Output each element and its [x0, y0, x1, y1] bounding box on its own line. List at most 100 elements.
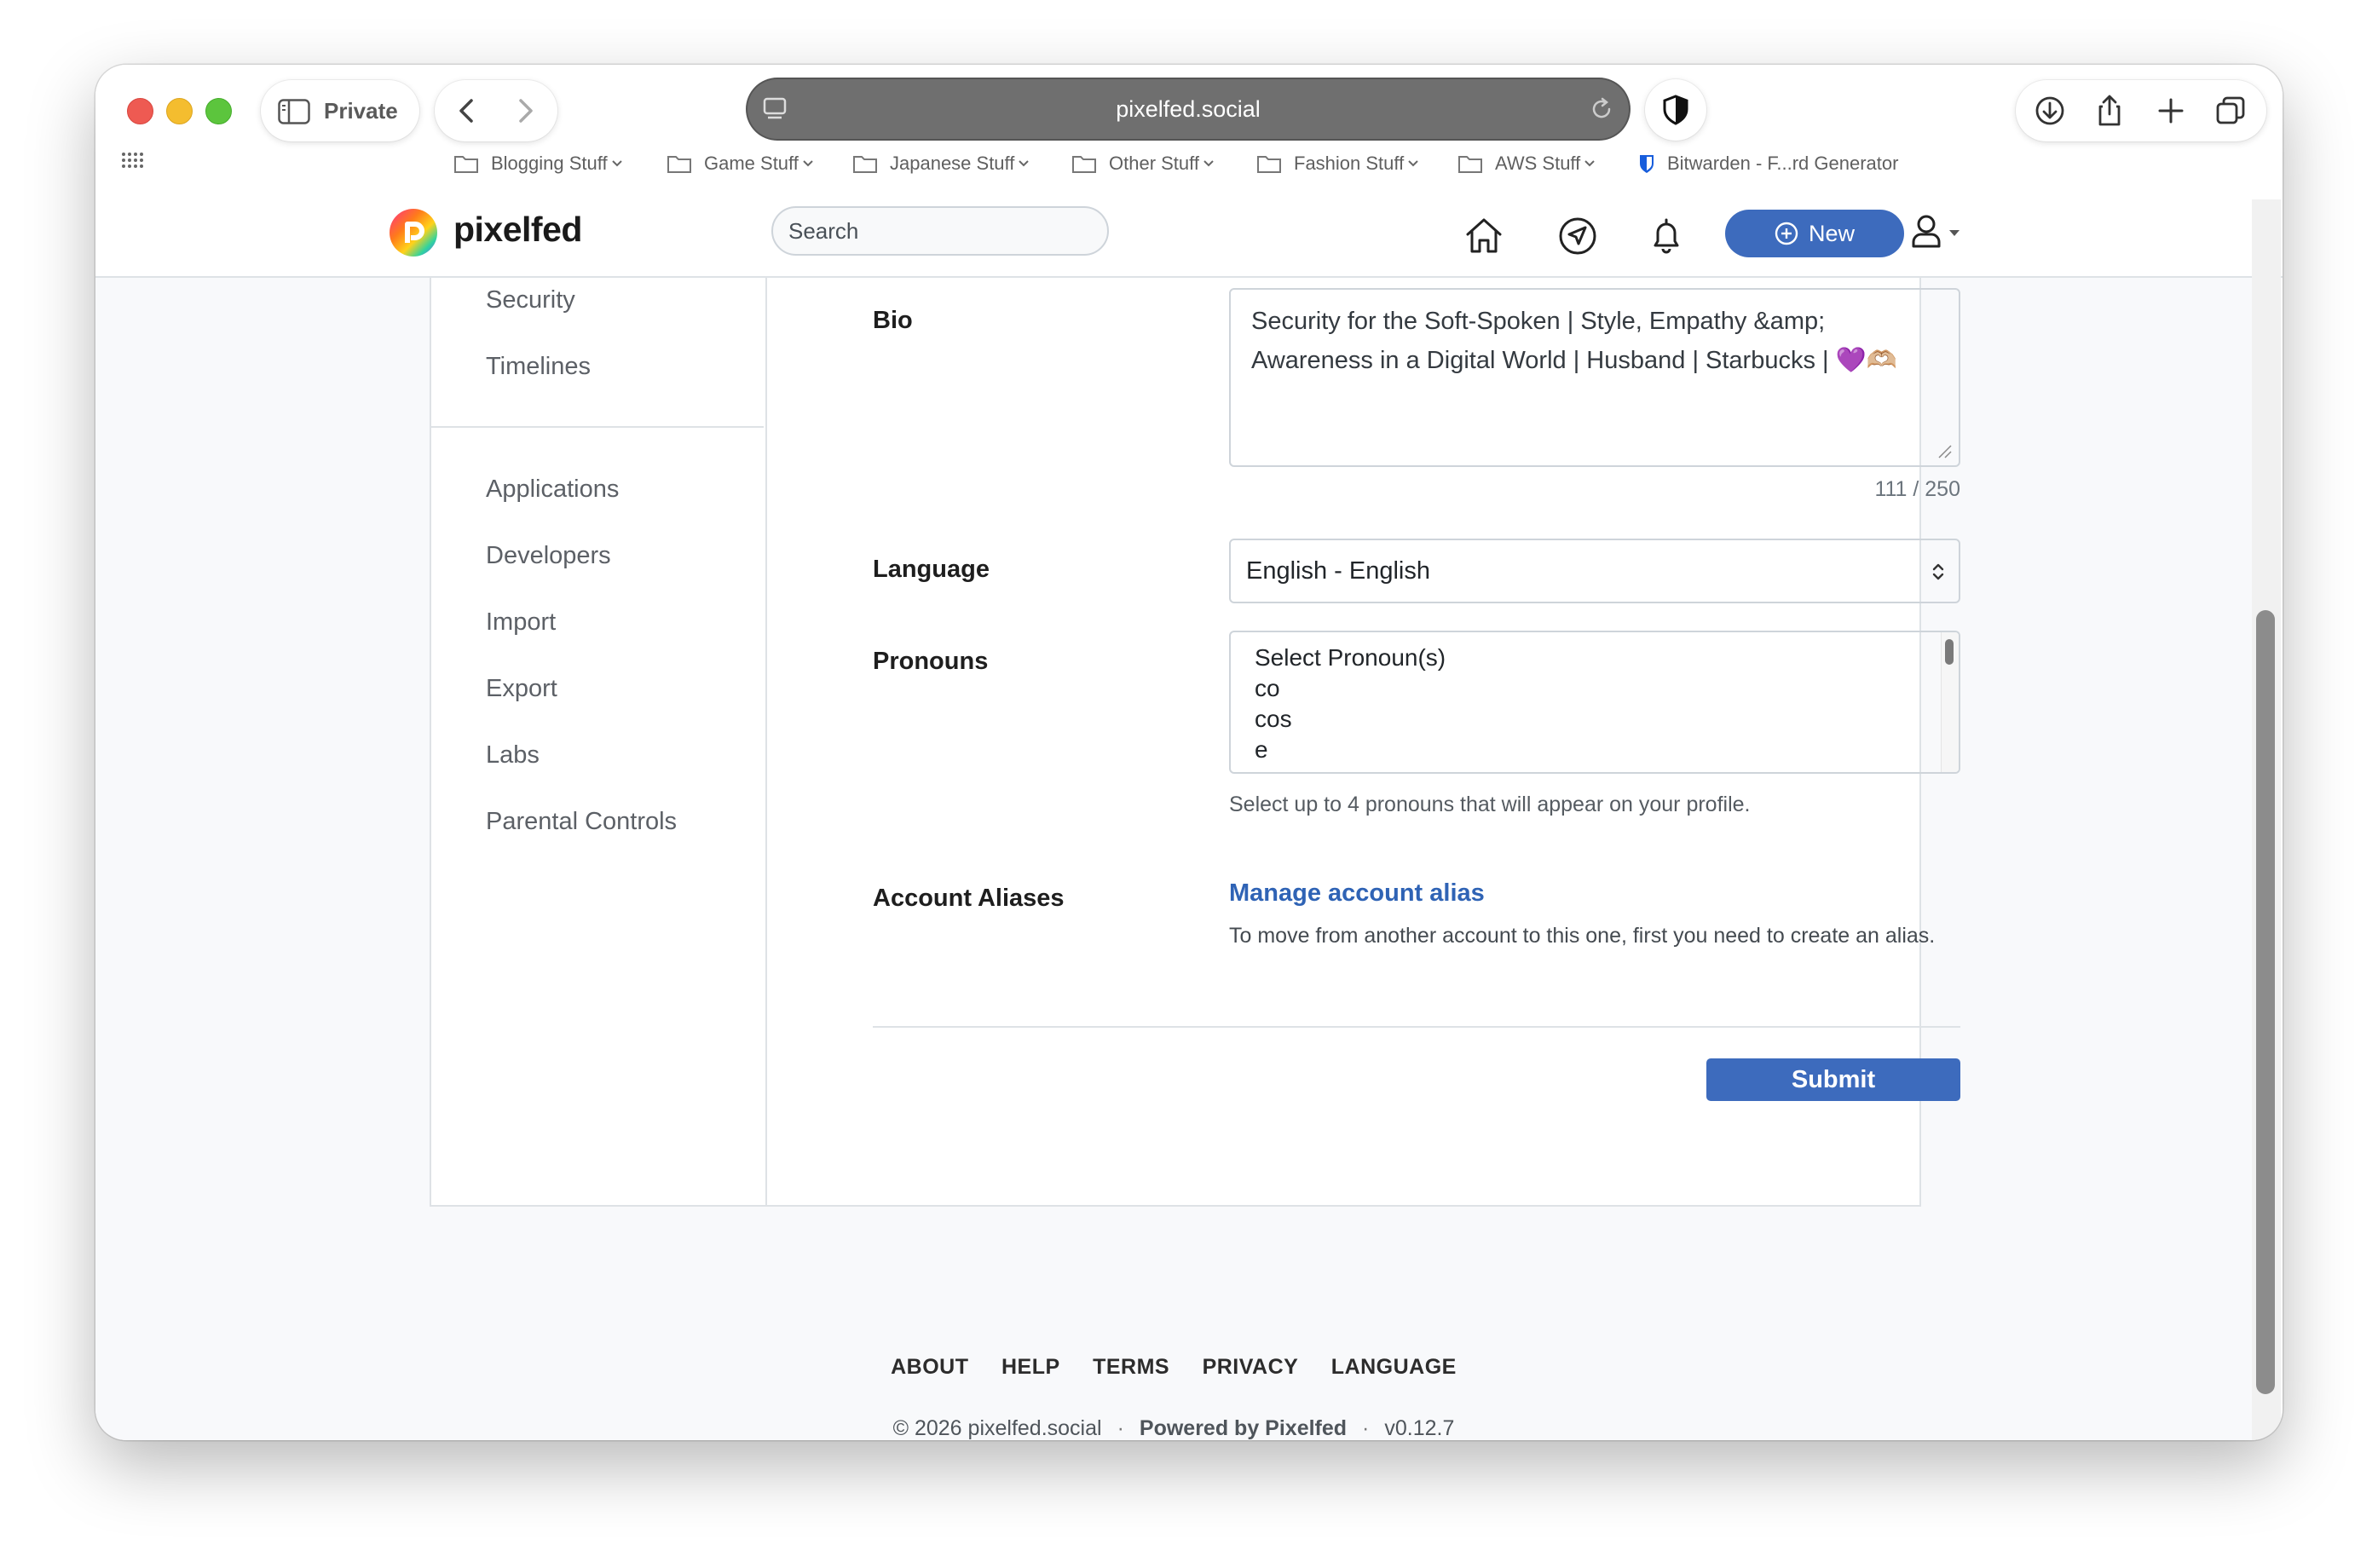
sidebar-item-timelines[interactable]: Timelines	[486, 353, 591, 381]
bookmark-folder-fashion[interactable]: Fashion Stuff	[1256, 148, 1419, 179]
url-text: pixelfed.social	[1116, 96, 1261, 122]
account-alias-description: To move from another account to this one…	[1229, 924, 1936, 948]
language-selected-value: English - English	[1246, 557, 1430, 585]
footer-link-about[interactable]: ABOUT	[891, 1355, 968, 1380]
private-label: Private	[324, 98, 398, 124]
address-bar[interactable]: pixelfed.social	[747, 79, 1629, 139]
bookmark-label: Blogging Stuff	[491, 153, 608, 174]
manage-account-alias-link[interactable]: Manage account alias	[1229, 879, 1485, 908]
folder-icon	[1072, 156, 1096, 173]
bookmark-folder-other[interactable]: Other Stuff	[1071, 148, 1215, 179]
folder-icon	[853, 156, 877, 173]
forward-icon[interactable]	[508, 94, 542, 128]
share-icon[interactable]	[2092, 94, 2127, 128]
private-sidebar-toggle[interactable]: Private	[261, 80, 419, 141]
bookmark-label: AWS Stuff	[1495, 153, 1581, 174]
new-post-button[interactable]: New	[1725, 210, 1904, 257]
tab-overview-icon[interactable]	[2214, 94, 2248, 128]
language-label: Language	[873, 556, 990, 583]
folder-icon	[667, 156, 691, 173]
pronouns-scrollbar-thumb[interactable]	[1945, 639, 1954, 665]
settings-sidebar: Security Timelines Applications Develope…	[431, 278, 767, 1205]
new-tab-icon[interactable]	[2154, 94, 2188, 128]
pixelfed-logo-icon[interactable]	[389, 208, 438, 257]
plus-circle-icon	[1775, 222, 1798, 245]
brand-name[interactable]: pixelfed	[453, 210, 582, 250]
browser-actions	[2016, 80, 2266, 141]
chevron-down-icon	[1408, 160, 1418, 167]
bio-text: Security for the Soft-Spoken | Style, Em…	[1251, 308, 1897, 374]
explore-compass-icon[interactable]	[1556, 215, 1599, 257]
shield-icon	[1663, 95, 1688, 125]
resize-handle-icon[interactable]	[1936, 443, 1952, 458]
zoom-window-button[interactable]	[205, 98, 232, 124]
sidebar-item-export[interactable]: Export	[486, 675, 557, 703]
footer-nav: ABOUT HELP TERMS PRIVACY LANGUAGE	[95, 1355, 2252, 1380]
privacy-report-button[interactable]	[1645, 79, 1706, 141]
chevron-down-icon	[1584, 160, 1595, 167]
navigation-buttons	[435, 80, 557, 141]
page-scrollbar-thumb[interactable]	[2256, 610, 2275, 1394]
site-header: pixelfed New	[95, 187, 2283, 278]
sidebar-item-import[interactable]: Import	[486, 608, 556, 637]
footer-link-privacy[interactable]: PRIVACY	[1203, 1355, 1299, 1380]
form-divider	[873, 1026, 1960, 1028]
pronoun-option[interactable]: cos	[1255, 704, 1959, 735]
reload-icon[interactable]	[1588, 95, 1615, 123]
download-icon[interactable]	[2033, 94, 2067, 128]
new-button-label: New	[1808, 220, 1855, 246]
sidebar-item-applications[interactable]: Applications	[486, 476, 619, 504]
footer-link-terms[interactable]: TERMS	[1093, 1355, 1169, 1380]
bio-textarea[interactable]: Security for the Soft-Spoken | Style, Em…	[1229, 288, 1960, 467]
browser-window: Private pixelfed.social Blogging Stuff G…	[95, 65, 2283, 1440]
bookmark-label: Game Stuff	[704, 153, 799, 174]
user-menu-icon[interactable]	[1899, 210, 1967, 256]
select-updown-icon	[1932, 563, 1944, 580]
search-input[interactable]	[771, 206, 1109, 256]
bookmarks-bar: Blogging Stuff Game Stuff Japanese Stuff…	[95, 148, 2283, 179]
pronouns-label: Pronouns	[873, 648, 989, 675]
bookmark-folder-aws[interactable]: AWS Stuff	[1457, 148, 1596, 179]
sidebar-item-developers[interactable]: Developers	[486, 542, 611, 570]
folder-icon	[454, 156, 478, 173]
pronoun-option[interactable]: Select Pronoun(s)	[1255, 643, 1959, 673]
sidebar-icon	[278, 99, 310, 124]
chevron-down-icon	[803, 160, 813, 167]
folder-icon	[1257, 156, 1281, 173]
bookmark-folder-game[interactable]: Game Stuff	[667, 148, 814, 179]
bookmark-label: Fashion Stuff	[1294, 153, 1405, 174]
version-text: v0.12.7	[1384, 1416, 1455, 1440]
footer-meta: © 2026 pixelfed.social · Powered by Pixelf…	[892, 1416, 1455, 1440]
minimize-window-button[interactable]	[166, 98, 193, 124]
home-icon[interactable]	[1463, 215, 1505, 257]
notifications-bell-icon[interactable]	[1645, 215, 1688, 257]
powered-by-link[interactable]: Powered by Pixelfed	[1140, 1416, 1347, 1440]
sidebar-item-security[interactable]: Security	[486, 286, 575, 314]
sidebar-divider	[431, 426, 764, 428]
account-aliases-label: Account Aliases	[873, 885, 1065, 912]
sidebar-item-labs[interactable]: Labs	[486, 741, 540, 770]
pronoun-option[interactable]: co	[1255, 673, 1959, 704]
folder-icon	[1458, 156, 1482, 173]
pronoun-option[interactable]: e	[1255, 735, 1959, 765]
back-icon[interactable]	[450, 94, 484, 128]
close-window-button[interactable]	[127, 98, 153, 124]
chevron-down-icon	[611, 160, 622, 167]
sidebar-item-parental-controls[interactable]: Parental Controls	[486, 808, 677, 836]
bookmark-label: Japanese Stuff	[890, 153, 1015, 174]
bookmark-label: Other Stuff	[1109, 153, 1199, 174]
footer-link-language[interactable]: LANGUAGE	[1331, 1355, 1457, 1380]
bookmark-folder-japanese[interactable]: Japanese Stuff	[852, 148, 1030, 179]
page-content: Security Timelines Applications Develope…	[95, 278, 2252, 1440]
language-select[interactable]: English - English	[1229, 539, 1960, 603]
copyright-text: © 2026 pixelfed.social	[892, 1416, 1102, 1440]
pronouns-multiselect[interactable]: Select Pronoun(s) co cos e	[1229, 631, 1960, 774]
chevron-down-icon	[1203, 160, 1214, 167]
bookmark-bitwarden[interactable]: Bitwarden - F...rd Generator	[1638, 148, 1898, 179]
pronouns-help-text: Select up to 4 pronouns that will appear…	[1229, 793, 1751, 816]
bookmark-folder-blogging[interactable]: Blogging Stuff	[453, 148, 623, 179]
footer-link-help[interactable]: HELP	[1001, 1355, 1060, 1380]
chevron-down-icon	[1019, 160, 1030, 167]
bitwarden-shield-icon	[1640, 155, 1654, 173]
submit-button[interactable]: Submit	[1706, 1058, 1960, 1101]
